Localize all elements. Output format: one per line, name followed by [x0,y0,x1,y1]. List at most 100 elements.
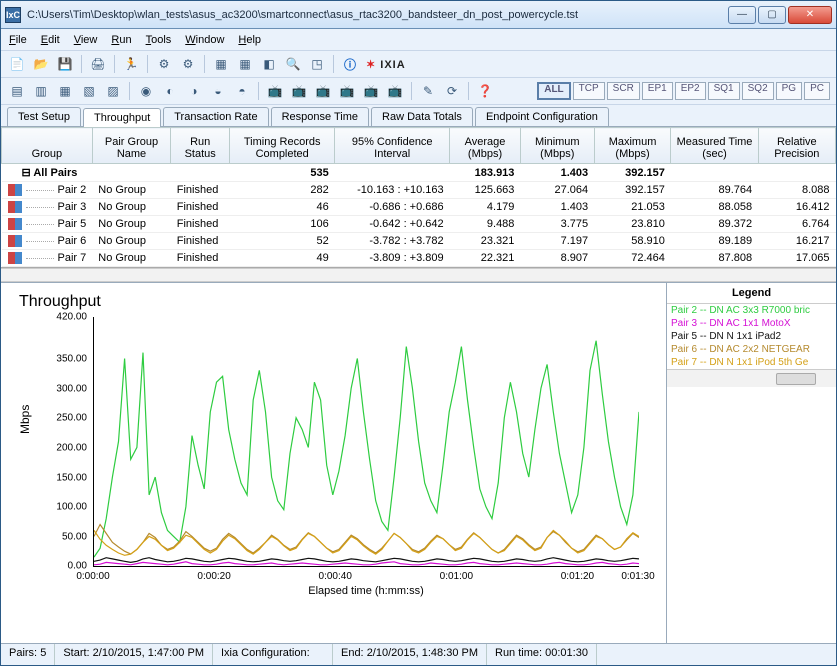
col-header[interactable]: Minimum (Mbps) [520,128,594,164]
legend-pane: Legend Pair 2 -- DN AC 3x3 R7000 bricPai… [666,283,836,643]
t2-1-icon[interactable]: ▤ [7,81,27,101]
t2-12-icon[interactable]: 📺 [289,81,309,101]
t2-13-icon[interactable]: 📺 [313,81,333,101]
maximize-button[interactable]: ▢ [758,6,786,24]
legend-item[interactable]: Pair 6 -- DN AC 2x2 NETGEAR [667,343,836,356]
t2-17-icon[interactable]: ✎ [418,81,438,101]
legend-scrollbar[interactable] [667,369,836,387]
t2-19-icon[interactable]: ❓ [475,81,495,101]
table-row[interactable]: Pair 7No GroupFinished49-3.809 : +3.8092… [2,250,836,267]
menu-edit[interactable]: Edit [41,34,60,46]
table-row[interactable]: Pair 3No GroupFinished46-0.686 : +0.6864… [2,199,836,216]
close-button[interactable]: ✕ [788,6,832,24]
filter-sq1[interactable]: SQ1 [708,82,740,100]
menu-window[interactable]: Window [185,34,224,46]
statusbar: Pairs: 5 Start: 2/10/2015, 1:47:00 PM Ix… [1,643,836,665]
filter-pg[interactable]: PG [776,82,802,100]
menu-help[interactable]: Help [238,34,261,46]
save-icon[interactable]: 💾 [55,54,75,74]
col-header[interactable]: 95% Confidence Interval [335,128,450,164]
menu-file[interactable]: FFileile [9,34,27,46]
col-header[interactable]: Average (Mbps) [450,128,521,164]
table-row[interactable]: Pair 6No GroupFinished52-3.782 : +3.7822… [2,233,836,250]
window-title: C:\Users\Tim\Desktop\wlan_tests\asus_ac3… [27,9,728,21]
x-tick: 0:00:00 [76,571,109,582]
tool4-icon[interactable]: 🔍 [283,54,303,74]
filter-pc[interactable]: PC [804,82,830,100]
t2-5-icon[interactable]: ▨ [103,81,123,101]
t2-4-icon[interactable]: ▧ [79,81,99,101]
t2-6-icon[interactable]: ◉ [136,81,156,101]
tab-test-setup[interactable]: Test Setup [7,107,81,126]
row-all-pairs[interactable]: ⊟ All Pairs535183.9131.403392.157 [2,164,836,182]
tab-response-time[interactable]: Response Time [271,107,369,126]
tab-endpoint-configuration[interactable]: Endpoint Configuration [475,107,609,126]
filter-scr[interactable]: SCR [607,82,640,100]
filter-all[interactable]: ALL [537,82,570,100]
filter-sq2[interactable]: SQ2 [742,82,774,100]
pair-icon [8,218,22,230]
x-tick: 0:00:20 [197,571,230,582]
new-icon[interactable]: 📄 [7,54,27,74]
col-header[interactable]: Pair Group Name [92,128,171,164]
legend-item[interactable]: Pair 3 -- DN AC 1x1 MotoX [667,317,836,330]
legend-title: Legend [667,283,836,304]
legend-item[interactable]: Pair 2 -- DN AC 3x3 R7000 bric [667,304,836,317]
t2-11-icon[interactable]: 📺 [265,81,285,101]
toolbar-row-2: ▤ ▥ ▦ ▧ ▨ ◉ ◐ ◑ ◒ ◓ 📺 📺 📺 📺 📺 📺 ✎ ⟳ ❓ AL… [1,78,836,105]
t2-14-icon[interactable]: 📺 [337,81,357,101]
open-icon[interactable]: 📂 [31,54,51,74]
t2-9-icon[interactable]: ◒ [208,81,228,101]
pair-icon [8,235,22,247]
col-header[interactable]: Group [2,128,93,164]
gear-icon[interactable]: ⚙ [154,54,174,74]
x-tick: 0:00:40 [319,571,352,582]
menu-tools[interactable]: Tools [146,34,172,46]
y-tick: 100.00 [56,502,87,513]
grid-scrollbar[interactable] [1,268,836,282]
gear2-icon[interactable]: ⚙ [178,54,198,74]
tool3-icon[interactable]: ◧ [259,54,279,74]
t2-7-icon[interactable]: ◐ [160,81,180,101]
pair-icon [8,201,22,213]
col-header[interactable]: Maximum (Mbps) [594,128,671,164]
col-header[interactable]: Timing Records Completed [230,128,335,164]
info-icon[interactable]: ⓘ [340,54,360,74]
filter-tcp[interactable]: TCP [573,82,605,100]
tab-transaction-rate[interactable]: Transaction Rate [163,107,268,126]
tab-throughput[interactable]: Throughput [83,108,161,127]
menu-view[interactable]: View [74,34,98,46]
t2-15-icon[interactable]: 📺 [361,81,381,101]
legend-item[interactable]: Pair 5 -- DN N 1x1 iPad2 [667,330,836,343]
minimize-button[interactable]: — [728,6,756,24]
t2-2-icon[interactable]: ▥ [31,81,51,101]
t2-3-icon[interactable]: ▦ [55,81,75,101]
col-header[interactable]: Relative Precision [758,128,835,164]
y-axis-title: Mbps [18,405,32,434]
chart: Mbps 0.0050.00100.00150.00200.00250.0030… [43,317,643,597]
tab-raw-data-totals[interactable]: Raw Data Totals [371,107,473,126]
menu-run[interactable]: Run [111,34,131,46]
y-tick: 150.00 [56,472,87,483]
tool1-icon[interactable]: ▦ [211,54,231,74]
legend-item[interactable]: Pair 7 -- DN N 1x1 iPod 5th Ge [667,356,836,369]
filter-ep2[interactable]: EP2 [675,82,706,100]
results-grid: GroupPair Group NameRun StatusTiming Rec… [1,127,836,268]
t2-16-icon[interactable]: 📺 [385,81,405,101]
t2-10-icon[interactable]: ◓ [232,81,252,101]
tool5-icon[interactable]: ◳ [307,54,327,74]
y-tick: 250.00 [56,413,87,424]
filter-ep1[interactable]: EP1 [642,82,673,100]
col-header[interactable]: Run Status [171,128,230,164]
table-row[interactable]: Pair 5No GroupFinished106-0.642 : +0.642… [2,216,836,233]
chart-pane: Throughput Mbps 0.0050.00100.00150.00200… [1,283,666,643]
col-header[interactable]: Measured Time (sec) [671,128,758,164]
t2-18-icon[interactable]: ⟳ [442,81,462,101]
status-pairs: Pairs: 5 [1,644,55,665]
tool2-icon[interactable]: ▦ [235,54,255,74]
series-pair-5 [94,558,639,563]
print-icon[interactable]: 🖨 [88,54,108,74]
table-row[interactable]: Pair 2No GroupFinished282-10.163 : +10.1… [2,182,836,199]
run-icon[interactable]: 🏃 [121,54,141,74]
t2-8-icon[interactable]: ◑ [184,81,204,101]
